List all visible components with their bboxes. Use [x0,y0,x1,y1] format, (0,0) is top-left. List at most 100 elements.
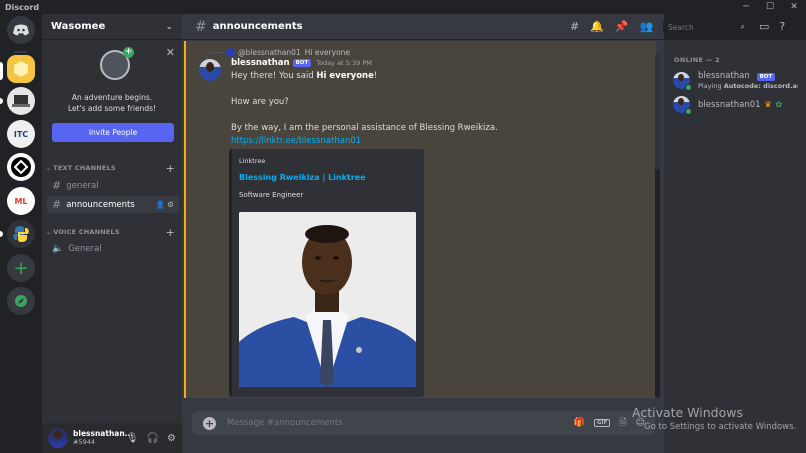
member-list: ONLINE — 2 blessnathan BOT Playing Autoc… [664,40,806,453]
embed-description: Software Engineer [239,191,304,199]
message-list: @blessnathan01 Hi everyone blessnathan B… [182,41,664,399]
header-tools-right: ▭ ? [759,20,785,33]
embed-title[interactable]: Blessing Rweikiza | Linktree [239,173,366,182]
hexagon-icon [14,61,28,77]
app-name: Discord [5,2,40,12]
explore-servers-button[interactable] [7,287,35,315]
python-icon [13,226,29,242]
channel-sidebar: Wasomee ⌄ ✕ + An adventure begins. Let's… [42,14,182,453]
members-icon[interactable]: 👥 [640,20,654,33]
channel-label: general [66,180,99,191]
sticker-icon[interactable]: 🗎 [619,415,626,431]
line1-bold: Hi everyone [316,71,374,81]
home-button[interactable] [7,16,35,44]
message-line-2: How are you? [231,97,289,107]
gear-icon[interactable]: ⚙ [167,433,176,444]
chat-scrollbar[interactable] [655,54,660,398]
user-info[interactable]: blessnathan... #5944 [73,429,133,447]
message-author[interactable]: blessnathan [231,58,290,68]
onboarding-line-1: An adventure begins. [71,93,153,102]
gift-icon[interactable]: 🎁 [574,418,585,428]
search-placeholder: Search [668,22,694,32]
hash-icon: # [195,18,207,35]
member-info: blessnathan BOT Playing Autocode: discor… [698,70,798,91]
member-item[interactable]: blessnathan01 ♛ ✿ [673,91,801,117]
discord-logo-icon [13,24,29,36]
embed-provider[interactable]: Linktree [239,157,265,165]
channel-tools: 👤 ⚙ [156,200,174,209]
window-titlebar: Discord ─ ☐ ✕ [0,0,806,14]
message-link[interactable]: https://linktr.ee/blessnathan01 [231,136,361,146]
laptop-icon [12,95,30,107]
plus-icon: + [13,257,29,279]
scrollbar-thumb[interactable] [655,169,660,398]
add-channel-icon[interactable]: + [166,226,175,239]
message-timestamp: Today at 5:39 PM [316,59,372,67]
member-name: blessnathan [698,70,750,81]
server-python[interactable] [7,220,35,248]
channel-title: announcements [212,21,303,32]
message-header: blessnathan BOT Today at 5:39 PM [231,58,372,68]
server-ml[interactable]: ML [7,187,35,215]
watermark-title: Activate Windows [632,405,743,420]
member-item[interactable]: blessnathan BOT Playing Autocode: discor… [673,67,801,93]
category-label: VOICE CHANNELS [53,228,120,236]
close-icon[interactable]: ✕ [166,46,175,59]
unread-pill [0,98,3,104]
pin-icon[interactable]: 📌 [615,20,629,33]
reply-preview[interactable]: @blessnathan01 Hi everyone [226,48,350,57]
server-itc[interactable]: ITC [7,120,35,148]
search-input[interactable]: Search ⌕ [663,20,749,34]
speaker-icon: 🔈 [52,243,64,254]
channel-label: announcements [66,199,135,210]
add-friends-illustration-icon: + [100,47,134,80]
member-avatar [673,71,692,91]
chevron-down-icon: ⌄ [46,164,52,172]
add-server-button[interactable]: + [7,254,35,282]
gear-icon[interactable]: ⚙ [167,200,174,209]
onboarding-line-2: Let's add some friends! [67,104,157,113]
message-input[interactable]: Message #announcements [227,418,574,428]
category-label: TEXT CHANNELS [53,164,116,172]
diamond-logo-icon [11,157,31,177]
online-status-icon [685,83,692,91]
server-wasomee[interactable] [7,55,35,83]
add-member-icon[interactable]: 👤 [156,200,165,209]
online-status-icon [685,107,692,115]
help-icon[interactable]: ? [779,20,785,33]
inbox-icon[interactable]: ▭ [759,20,769,33]
link-embed: Linktree Blessing Rweikiza | Linktree So… [229,149,424,397]
channel-general[interactable]: # general [47,177,179,194]
header-tools: # 🔔 📌 👥 [570,20,653,33]
watermark-subtitle: Go to Settings to activate Windows. [644,422,797,432]
category-text-channels[interactable]: ⌄ TEXT CHANNELS + [44,162,180,175]
avatar[interactable] [48,428,68,448]
attach-plus-icon[interactable]: + [203,416,216,430]
user-tag: #5944 [73,438,95,446]
minimize-button[interactable]: ─ [734,0,758,14]
gif-icon[interactable]: GIF [594,419,611,427]
close-window-button[interactable]: ✕ [782,0,806,14]
server-4[interactable] [7,153,35,181]
microphone-icon[interactable]: 🎙 [126,433,139,444]
add-channel-icon[interactable]: + [166,162,175,175]
voice-channel-general[interactable]: 🔈 General [47,240,179,257]
category-voice-channels[interactable]: ⌄ VOICE CHANNELS + [44,226,180,239]
message-avatar[interactable] [199,59,221,81]
plus-badge-icon: + [123,47,134,58]
member-section-header: ONLINE — 2 [674,56,720,64]
active-server-pill [0,62,3,80]
threads-icon[interactable]: # [570,20,579,33]
maximize-button[interactable]: ☐ [758,0,782,14]
bell-icon[interactable]: 🔔 [590,20,604,33]
embed-image[interactable] [239,212,416,387]
member-activity: Playing Autocode: discord.aut... [698,82,798,91]
rail-separator [14,51,28,53]
server-header[interactable]: Wasomee ⌄ [42,14,182,40]
server-2[interactable] [7,87,35,115]
invite-people-button[interactable]: Invite People [52,123,174,142]
mention-highlight: @blessnathan01 Hi everyone blessnathan B… [184,41,656,398]
channel-announcements[interactable]: # announcements 👤 ⚙ [47,196,179,213]
headphones-icon[interactable]: 🎧 [147,433,159,444]
member-name: blessnathan01 [698,99,761,110]
